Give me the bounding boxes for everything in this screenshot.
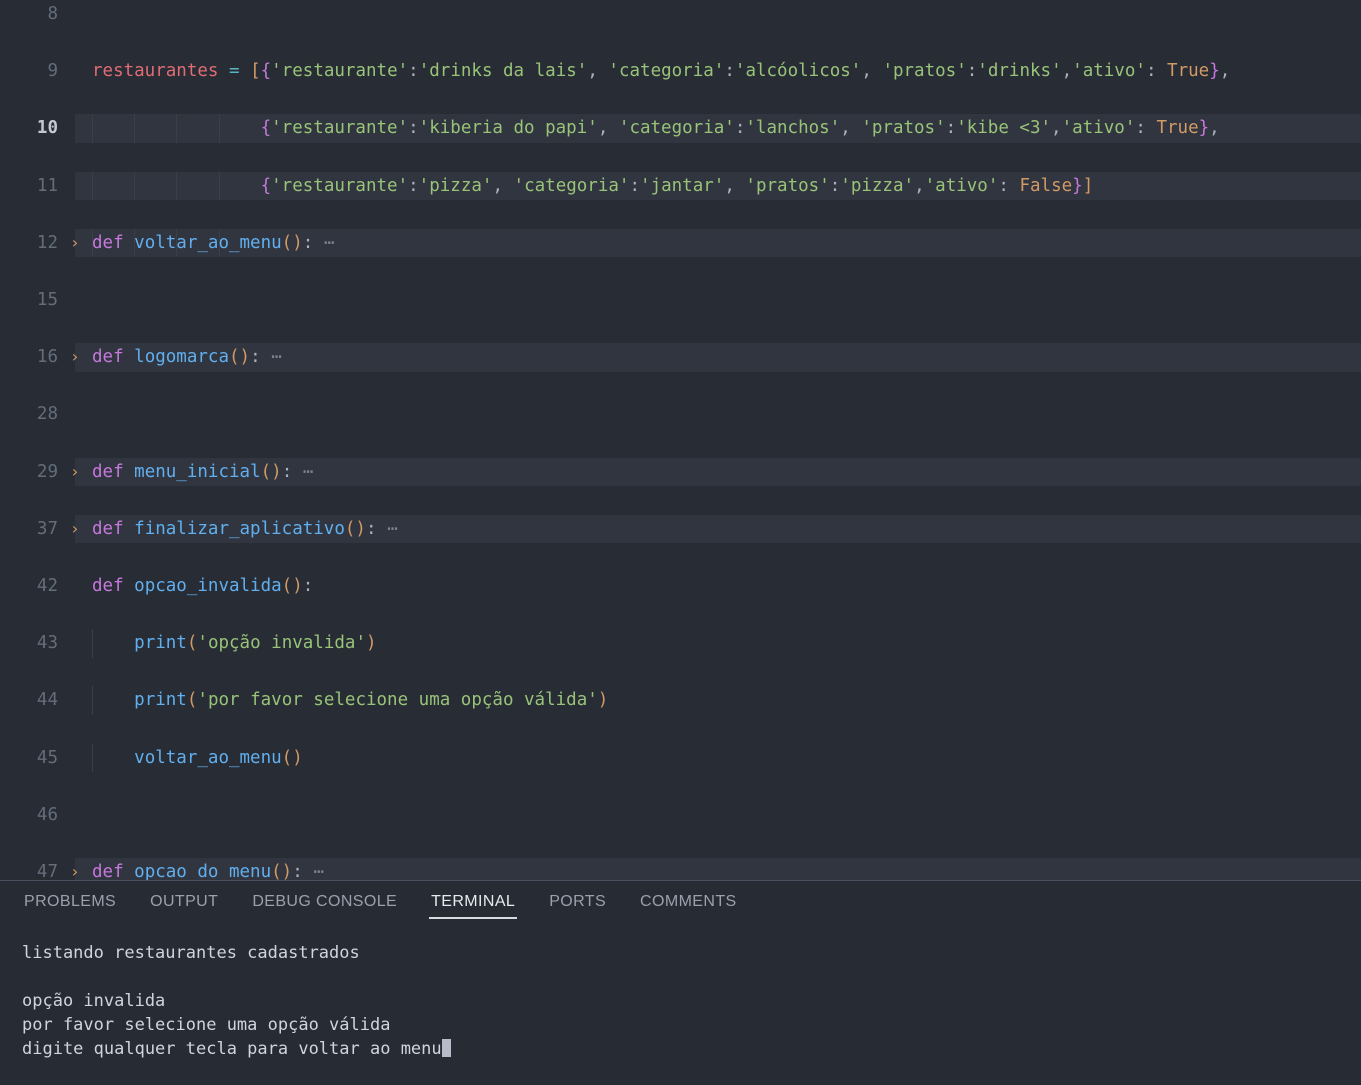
terminal-line: opção invalida — [22, 991, 166, 1011]
fold-chevron-icon[interactable]: › — [70, 858, 86, 880]
line-number: 8 — [47, 4, 58, 24]
line-number: 46 — [36, 804, 58, 825]
panel-tab-bar: PROBLEMS OUTPUT DEBUG CONSOLE TERMINAL PORTS… — [0, 881, 1361, 927]
line-number: 28 — [36, 404, 58, 425]
code-text: def opcao_do_menu(): ⋯ — [92, 861, 324, 880]
code-text: {'restaurante':'kiberia do papi', 'categ… — [260, 118, 1220, 139]
terminal-line-active: digite qualquer tecla para voltar ao men… — [22, 1037, 1361, 1061]
panel-tab-problems[interactable]: PROBLEMS — [22, 889, 118, 919]
line-number: 44 — [36, 690, 58, 711]
line-number: 12 — [36, 232, 58, 253]
fold-chevron-icon[interactable]: › — [70, 343, 86, 372]
code-text: def opcao_invalida(): — [92, 575, 314, 596]
terminal-prompt-text: digite qualquer tecla para voltar ao men… — [22, 1039, 442, 1059]
line-number: 47 — [36, 861, 58, 880]
code-line[interactable]: 47 › def opcao_do_menu(): ⋯ — [0, 857, 1361, 880]
code-line[interactable]: 42 def opcao_invalida(): — [0, 572, 1361, 601]
panel-tab-ports[interactable]: PORTS — [547, 889, 608, 919]
terminal-output[interactable]: listando restaurantes cadastrados opção i… — [0, 927, 1361, 1085]
code-text: def voltar_ao_menu(): ⋯ — [92, 232, 335, 253]
panel-tab-terminal[interactable]: TERMINAL — [429, 889, 518, 919]
fold-chevron-icon[interactable]: › — [70, 229, 86, 258]
terminal-line: por favor selecione uma opção válida — [22, 1015, 391, 1035]
code-text: def finalizar_aplicativo(): ⋯ — [92, 518, 398, 539]
code-text: restaurantes = [{'restaurante':'drinks d… — [92, 61, 1231, 82]
code-line[interactable]: 10 {'restaurante':'kiberia do papi', 'ca… — [0, 114, 1361, 143]
code-line[interactable]: 11 {'restaurante':'pizza', 'categoria':'… — [0, 171, 1361, 201]
code-text: voltar_ao_menu() — [134, 747, 303, 768]
line-number: 29 — [36, 461, 58, 482]
line-number: 42 — [36, 575, 58, 596]
line-number: 10 — [36, 118, 58, 139]
terminal-line: listando restaurantes cadastrados — [22, 943, 360, 963]
code-line[interactable]: 29 › def menu_inicial(): ⋯ — [0, 457, 1361, 487]
line-number: 45 — [36, 747, 58, 768]
line-number: 43 — [36, 633, 58, 654]
fold-chevron-icon[interactable]: › — [70, 458, 86, 487]
code-line[interactable]: 37 › def finalizar_aplicativo(): ⋯ — [0, 514, 1361, 544]
fold-chevron-icon[interactable]: › — [70, 515, 86, 544]
code-line[interactable]: 46 — [0, 801, 1361, 830]
code-line[interactable]: 43 print('opção invalida') — [0, 629, 1361, 658]
code-line[interactable]: 44 print('por favor selecione uma opção … — [0, 686, 1361, 715]
line-number: 9 — [47, 61, 58, 82]
terminal-cursor — [441, 1039, 451, 1057]
vscode-window: 8 9 restaurantes = [{'restaurante':'drinks… — [0, 0, 1361, 1085]
bottom-panel: PROBLEMS OUTPUT DEBUG CONSOLE TERMINAL PORTS… — [0, 880, 1361, 1085]
code-line[interactable]: 8 — [0, 0, 1361, 29]
line-number: 16 — [36, 347, 58, 368]
code-text: {'restaurante':'pizza', 'categoria':'jan… — [260, 175, 1094, 196]
code-line[interactable]: 16 › def logomarca(): ⋯ — [0, 343, 1361, 372]
code-line[interactable]: 9 restaurantes = [{'restaurante':'drinks … — [0, 57, 1361, 86]
panel-tab-comments[interactable]: COMMENTS — [638, 889, 739, 919]
code-line[interactable]: 28 — [0, 400, 1361, 429]
code-text: def logomarca(): ⋯ — [92, 347, 282, 368]
code-line[interactable]: 15 — [0, 286, 1361, 315]
line-number: 15 — [36, 289, 58, 310]
code-text: print('por favor selecione uma opção vál… — [134, 690, 609, 711]
code-line[interactable]: 12 › def voltar_ao_menu(): ⋯ — [0, 228, 1361, 258]
code-editor[interactable]: 8 9 restaurantes = [{'restaurante':'drinks… — [0, 0, 1361, 880]
line-number: 37 — [36, 518, 58, 539]
code-line[interactable]: 45 voltar_ao_menu() — [0, 743, 1361, 773]
panel-tab-output[interactable]: OUTPUT — [148, 889, 220, 919]
line-number: 11 — [36, 175, 58, 196]
panel-tab-debug-console[interactable]: DEBUG CONSOLE — [250, 889, 399, 919]
code-text: def menu_inicial(): ⋯ — [92, 461, 314, 482]
code-text: print('opção invalida') — [134, 633, 377, 654]
